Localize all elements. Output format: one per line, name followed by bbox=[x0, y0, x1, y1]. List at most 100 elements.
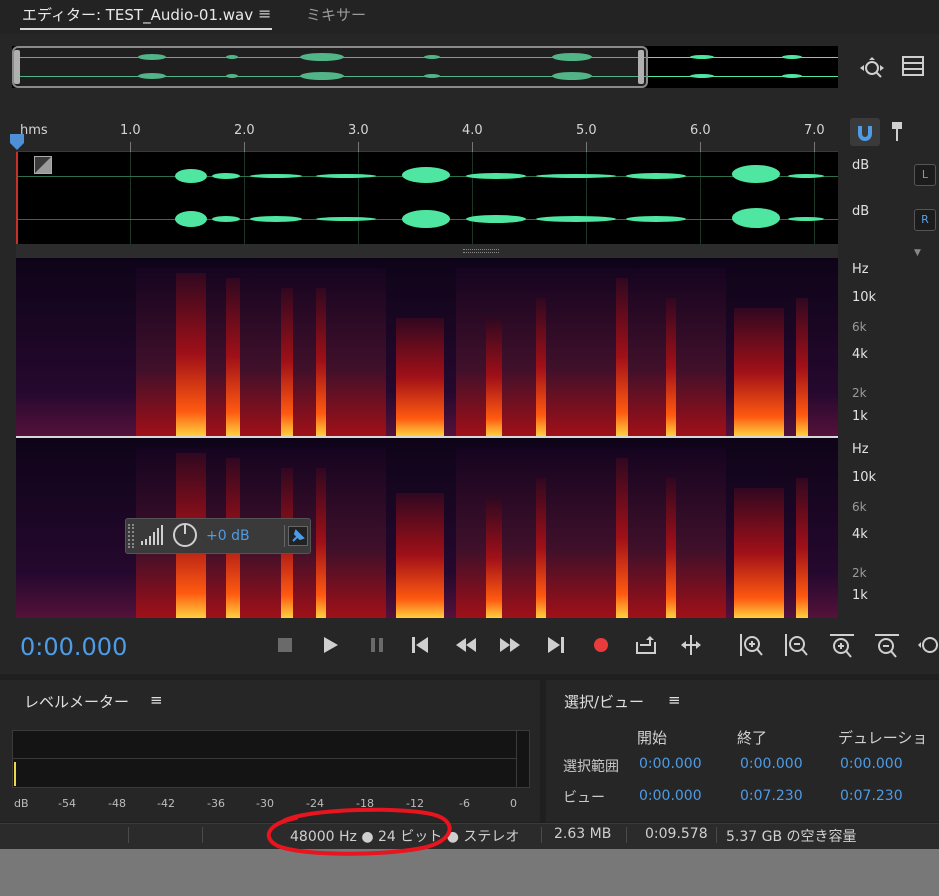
list-view-icon[interactable] bbox=[902, 56, 924, 81]
ruler-tick bbox=[586, 142, 587, 152]
right-db-label: dB bbox=[852, 204, 870, 219]
freq-label: 1k bbox=[852, 588, 868, 603]
meter-scale-label: 0 bbox=[510, 797, 517, 810]
current-time-display[interactable]: 0:00.000 bbox=[20, 633, 127, 661]
status-separator bbox=[716, 827, 717, 843]
left-channel-button[interactable]: L bbox=[914, 164, 936, 186]
snap-toggle-button[interactable] bbox=[850, 118, 880, 146]
ruler-tick-label: 4.0 bbox=[462, 123, 483, 138]
hud-divider bbox=[284, 525, 285, 547]
zoom-in-amplitude-icon[interactable] bbox=[738, 632, 764, 662]
status-free-space: 5.37 GB の空き容量 bbox=[726, 829, 857, 845]
play-button[interactable] bbox=[322, 636, 340, 658]
ruler-tick bbox=[700, 142, 701, 152]
status-separator bbox=[541, 827, 542, 843]
marker-pin-icon[interactable] bbox=[890, 120, 904, 146]
zoom-navigator-icon[interactable] bbox=[858, 56, 886, 85]
waveform-graphic bbox=[16, 152, 838, 244]
view-start-field[interactable]: 0:00.000 bbox=[639, 788, 702, 804]
status-separator bbox=[202, 827, 203, 843]
view-duration-field[interactable]: 0:07.230 bbox=[840, 788, 903, 804]
overview-left-handle[interactable] bbox=[14, 50, 20, 84]
chevron-down-icon[interactable]: ▼ bbox=[914, 248, 921, 258]
column-header-end: 終了 bbox=[737, 729, 768, 747]
record-button[interactable] bbox=[593, 637, 609, 657]
meter-level-indicator bbox=[14, 762, 16, 786]
ruler-tick-label: 3.0 bbox=[348, 123, 369, 138]
tab-mixer[interactable]: ミキサー bbox=[306, 4, 366, 25]
ruler-tick bbox=[130, 142, 131, 152]
zoom-full-icon[interactable] bbox=[916, 632, 939, 662]
ruler-tick bbox=[358, 142, 359, 152]
magnet-icon bbox=[858, 126, 872, 141]
freq-label: 2k bbox=[852, 566, 867, 580]
freq-label: 6k bbox=[852, 320, 867, 334]
meter-clip-divider bbox=[516, 731, 517, 787]
ruler-unit: hms bbox=[20, 123, 48, 138]
level-meter-menu-icon[interactable]: ≡ bbox=[150, 691, 163, 709]
level-meter-display bbox=[12, 730, 530, 788]
pin-icon[interactable] bbox=[288, 526, 308, 546]
playhead-marker-icon[interactable] bbox=[10, 134, 24, 154]
ruler-tick-label: 7.0 bbox=[804, 123, 825, 138]
rewind-button[interactable] bbox=[454, 637, 478, 657]
ruler-tick-label: 5.0 bbox=[576, 123, 597, 138]
selection-end-field[interactable]: 0:00.000 bbox=[740, 756, 803, 772]
stop-button[interactable] bbox=[278, 638, 292, 652]
spectral-display-left[interactable] bbox=[16, 258, 838, 436]
tab-editor[interactable]: エディター: TEST_Audio-01.wav bbox=[22, 4, 253, 25]
freq-label: 4k bbox=[852, 347, 868, 362]
column-header-duration: デュレーショ bbox=[838, 729, 928, 747]
right-channel-button[interactable]: R bbox=[914, 209, 936, 231]
freq-label: 4k bbox=[852, 527, 868, 542]
row-label-view: ビュー bbox=[563, 790, 605, 806]
tab-editor-menu-icon[interactable]: ≡ bbox=[258, 4, 271, 23]
gain-knob[interactable] bbox=[172, 522, 198, 552]
selection-view-title: 選択/ビュー bbox=[564, 693, 645, 711]
waveform-spectral-splitter[interactable] bbox=[16, 244, 838, 258]
freq-label: 6k bbox=[852, 500, 867, 514]
gain-value[interactable]: +0 dB bbox=[206, 528, 250, 544]
spectrum-unit-right: Hz bbox=[852, 442, 869, 457]
zoom-in-time-icon[interactable] bbox=[828, 632, 856, 662]
ruler-tick bbox=[244, 142, 245, 152]
splitter-grip-icon[interactable] bbox=[463, 249, 499, 253]
overview-visible-range[interactable] bbox=[12, 46, 648, 88]
status-separator bbox=[626, 827, 627, 843]
meter-scale-label: -36 bbox=[207, 797, 225, 810]
meter-scale-label: dB bbox=[14, 797, 29, 810]
freq-label: 10k bbox=[852, 470, 877, 485]
meter-scale-label: -54 bbox=[58, 797, 76, 810]
status-file-size: 2.63 MB bbox=[554, 826, 612, 842]
hud-drag-grip-icon[interactable] bbox=[128, 524, 134, 548]
selection-view-menu-icon[interactable]: ≡ bbox=[668, 691, 681, 709]
freq-label: 10k bbox=[852, 290, 877, 305]
freq-label: 2k bbox=[852, 386, 867, 400]
selection-duration-field[interactable]: 0:00.000 bbox=[840, 756, 903, 772]
overview-right-handle[interactable] bbox=[638, 50, 644, 84]
selection-start-field[interactable]: 0:00.000 bbox=[639, 756, 702, 772]
zoom-out-amplitude-icon[interactable] bbox=[783, 632, 809, 662]
row-label-selection: 選択範囲 bbox=[563, 759, 619, 775]
skip-selection-button[interactable] bbox=[678, 634, 704, 660]
freq-label: 1k bbox=[852, 409, 868, 424]
column-header-start: 開始 bbox=[637, 729, 668, 747]
view-end-field[interactable]: 0:07.230 bbox=[740, 788, 803, 804]
fade-handle-icon[interactable] bbox=[34, 156, 52, 174]
zoom-out-time-icon[interactable] bbox=[873, 632, 901, 662]
go-to-start-button[interactable] bbox=[410, 636, 430, 658]
ruler-tick bbox=[472, 142, 473, 152]
ruler-tick bbox=[814, 142, 815, 152]
meter-scale-label: -42 bbox=[157, 797, 175, 810]
active-tab-underline bbox=[20, 28, 272, 30]
level-meter-title: レベルメーター bbox=[24, 693, 130, 711]
status-separator bbox=[128, 827, 129, 843]
ruler-tick-label: 1.0 bbox=[120, 123, 141, 138]
meter-scale-label: -48 bbox=[108, 797, 126, 810]
ruler-tick-label: 2.0 bbox=[234, 123, 255, 138]
loop-playback-button[interactable] bbox=[634, 634, 658, 660]
go-to-end-button[interactable] bbox=[546, 636, 566, 658]
red-annotation-circle bbox=[262, 806, 462, 862]
pause-button[interactable] bbox=[370, 637, 384, 657]
fast-forward-button[interactable] bbox=[498, 637, 522, 657]
